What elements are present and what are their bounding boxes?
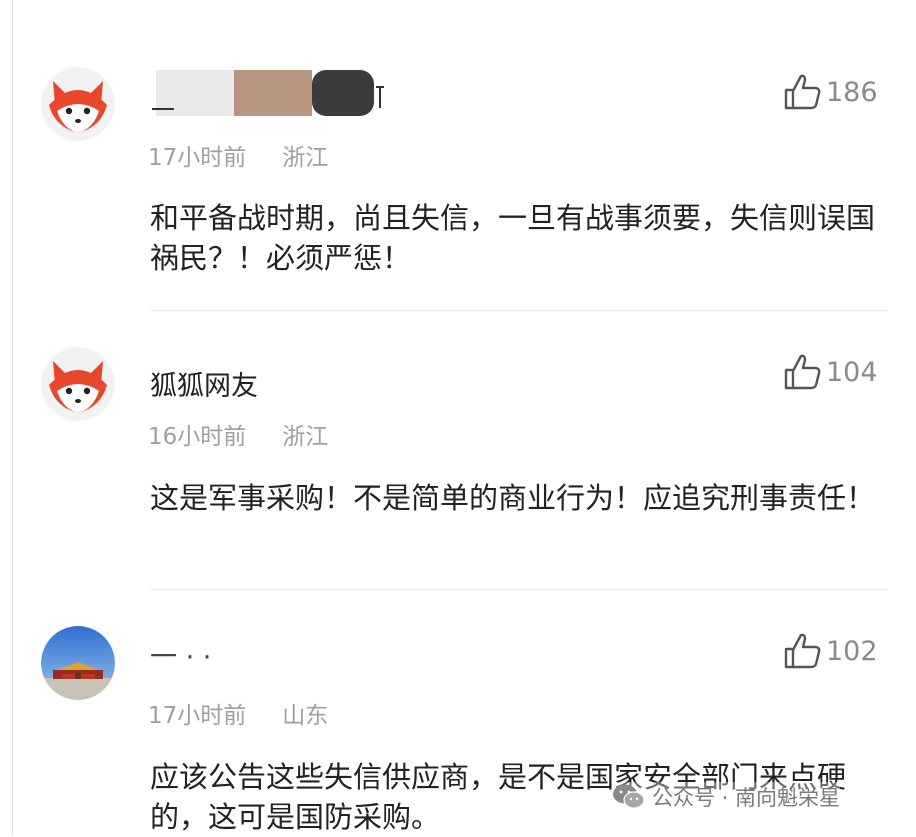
comment-divider <box>150 589 888 590</box>
redacted-username <box>150 70 390 116</box>
like-button[interactable]: 102 <box>782 631 878 671</box>
comment-meta: 17小时前 浙江 <box>148 138 328 172</box>
tiananmen-avatar-icon[interactable] <box>41 626 115 700</box>
like-count: 104 <box>826 356 878 388</box>
comment-meta: 16小时前 浙江 <box>148 417 328 451</box>
comment-meta: 17小时前 山东 <box>148 696 328 730</box>
watermark: 公众号 · 南向魁栄星 <box>612 782 841 812</box>
fox-avatar-icon[interactable] <box>41 347 115 421</box>
thumbs-up-icon <box>784 633 821 669</box>
comment-time: 17小时前 <box>148 703 247 729</box>
comment-divider <box>150 310 888 311</box>
comment-location: 浙江 <box>282 145 329 171</box>
like-count: 102 <box>826 635 878 667</box>
wechat-icon <box>613 784 645 809</box>
comment-text: 和平备战时期，尚且失信，一旦有战事须要，失信则误国祸民？！必须严惩！ <box>150 201 876 275</box>
username[interactable]: 狐狐网友 <box>150 364 258 403</box>
username[interactable]: 一 · · <box>150 635 211 674</box>
like-button[interactable]: 186 <box>782 72 878 112</box>
like-count: 186 <box>826 76 878 108</box>
fox-avatar-icon[interactable] <box>41 67 115 141</box>
comment-location: 浙江 <box>282 424 329 450</box>
left-border <box>12 0 13 836</box>
like-button[interactable]: 104 <box>782 352 878 392</box>
watermark-text: 公众号 · 南向魁栄星 <box>652 786 841 810</box>
comment-time: 17小时前 <box>148 145 247 171</box>
comment-location: 山东 <box>282 703 329 729</box>
thumbs-up-icon <box>784 354 821 390</box>
thumbs-up-icon <box>784 74 821 110</box>
comment-text: 这是军事采购！不是简单的商业行为！应追究刑事责任！ <box>150 481 876 515</box>
comment-time: 16小时前 <box>148 424 247 450</box>
